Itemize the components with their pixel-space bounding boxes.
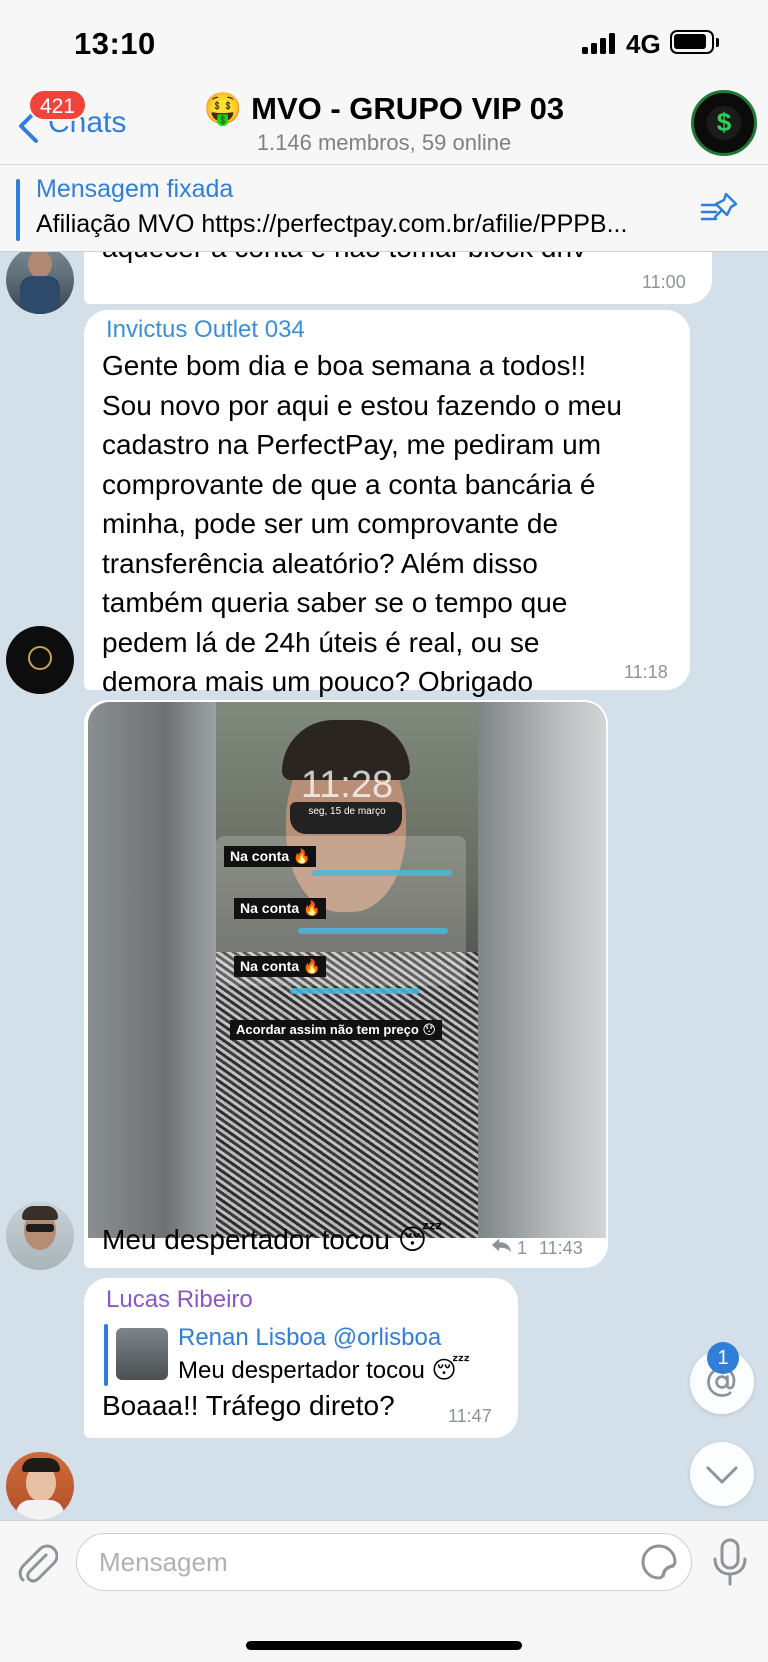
sender-name[interactable]: Lucas Ribeiro bbox=[106, 1286, 253, 1314]
status-time: 13:10 bbox=[74, 26, 156, 61]
chevron-down-icon bbox=[706, 1466, 738, 1484]
message-text: Gente bom dia e boa semana a todos!! Sou… bbox=[102, 350, 622, 697]
chat-header: Chats 421 🤑 MVO - GRUPO VIP 03 1.146 mem… bbox=[0, 84, 768, 164]
chat-title-text: MVO - GRUPO VIP 03 bbox=[251, 91, 565, 126]
status-bar: 13:10 4G bbox=[0, 0, 768, 84]
pinned-message[interactable]: Mensagem fixada Afiliação MVO https://pe… bbox=[0, 164, 768, 252]
message-time: 11:47 bbox=[448, 1406, 492, 1426]
phone-lockscreen: 11:28 seg, 15 de março Na conta 🔥 Na con… bbox=[216, 702, 478, 1238]
pinned-list-icon[interactable] bbox=[700, 191, 740, 227]
sender-avatar[interactable] bbox=[6, 626, 74, 694]
reply-count: 1 bbox=[517, 1238, 528, 1258]
reply-arrow-icon bbox=[491, 1238, 512, 1253]
photo-blur bbox=[478, 702, 606, 1238]
pinned-title: Mensagem fixada bbox=[36, 175, 234, 203]
lock-time: 11:28 bbox=[300, 764, 394, 806]
sender-avatar[interactable] bbox=[6, 1202, 74, 1270]
paperclip-icon[interactable] bbox=[16, 1541, 58, 1585]
photo-attachment[interactable]: 11:28 seg, 15 de março Na conta 🔥 Na con… bbox=[88, 702, 606, 1238]
message-time: 11:18 bbox=[624, 662, 668, 682]
photo-blur bbox=[88, 702, 216, 1238]
battery-icon bbox=[670, 30, 714, 54]
scroll-down-button[interactable] bbox=[690, 1442, 754, 1506]
home-indicator bbox=[246, 1641, 522, 1650]
scribble bbox=[312, 870, 452, 876]
pinned-text: Afiliação MVO https://perfectpay.com.br/… bbox=[36, 210, 628, 238]
chat-subtitle: 1.146 membros, 59 online bbox=[256, 130, 512, 155]
battery-tip bbox=[716, 38, 719, 47]
sender-avatar[interactable] bbox=[6, 1452, 74, 1520]
network-type: 4G bbox=[626, 29, 661, 59]
money-face-icon: 🤑 bbox=[203, 91, 243, 127]
sticker-icon[interactable] bbox=[640, 1543, 678, 1581]
sender-avatar[interactable] bbox=[6, 252, 74, 314]
reply-author: Renan Lisboa @orlisboa bbox=[178, 1324, 442, 1351]
message-time: 11:43 bbox=[539, 1238, 583, 1258]
message-text: Meu despertador tocou 😴 bbox=[102, 1224, 443, 1255]
message-bubble[interactable]: aquecer a conta e não tomar block dnv 11… bbox=[84, 252, 712, 304]
lock-date: seg, 15 de março bbox=[308, 806, 386, 817]
scribble bbox=[290, 988, 420, 994]
signal-icon bbox=[582, 32, 618, 54]
pinned-indicator bbox=[16, 179, 20, 241]
message-text: Boaaa!! Tráfego direto? bbox=[102, 1390, 395, 1421]
reply-thumbnail bbox=[116, 1328, 168, 1380]
shirt-pattern bbox=[216, 952, 478, 1238]
reply-text: Meu despertador tocou 😴 bbox=[178, 1357, 470, 1384]
mention-badge: 1 bbox=[707, 1342, 739, 1374]
message-list[interactable]: aquecer a conta e não tomar block dnv 11… bbox=[0, 252, 768, 1520]
microphone-icon[interactable] bbox=[710, 1537, 750, 1587]
reply-bar bbox=[104, 1324, 108, 1386]
sticker-label: Na conta 🔥 bbox=[234, 956, 327, 977]
sticker-label: Na conta 🔥 bbox=[234, 898, 327, 919]
message-time: 11:00 bbox=[642, 272, 686, 292]
scribble bbox=[298, 928, 448, 934]
group-avatar[interactable] bbox=[691, 90, 757, 156]
chat-title[interactable]: 🤑 MVO - GRUPO VIP 03 bbox=[0, 90, 768, 127]
message-input[interactable] bbox=[76, 1533, 692, 1591]
message-text: aquecer a conta e não tomar block dnv bbox=[102, 252, 586, 268]
sender-name[interactable]: Invictus Outlet 034 bbox=[106, 316, 305, 344]
sticker-label: Na conta 🔥 bbox=[224, 846, 317, 867]
message-bubble[interactable]: Invictus Outlet 034 Gente bom dia e boa … bbox=[84, 310, 690, 697]
sticker-label: Acordar assim não tem preço 😯 bbox=[230, 1020, 442, 1040]
message-bubble[interactable]: Lucas Ribeiro Renan Lisboa @orlisboa Meu… bbox=[84, 1278, 518, 1438]
